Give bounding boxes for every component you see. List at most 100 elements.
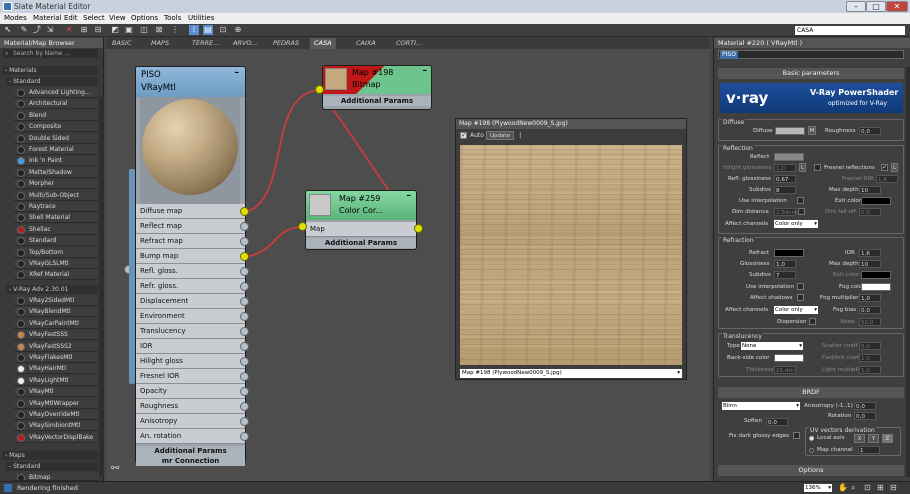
standard-item[interactable]: Advanced Lighting... xyxy=(14,88,98,98)
put-to-scene-icon[interactable]: ⤴ xyxy=(32,25,42,35)
slot-input-pin[interactable] xyxy=(240,387,249,396)
zoom-region-icon[interactable]: ⊡ xyxy=(864,483,871,492)
slot-roughness[interactable]: Roughness xyxy=(136,399,245,414)
node-piso-vraymtl[interactable]: PISO VRayMtl – Diffuse map Reflect map Ref… xyxy=(124,66,249,466)
slot-displacement[interactable]: Displacement xyxy=(136,294,245,309)
back-side-color-swatch[interactable] xyxy=(774,354,804,362)
fwd-bck-coeff-spinner[interactable]: 1,0 xyxy=(859,354,881,362)
vray-item[interactable]: VRayVectorDisplBake xyxy=(14,432,98,443)
auto-checkbox[interactable]: ✓ xyxy=(460,132,467,139)
basic-parameters-rollout[interactable]: Basic parameters xyxy=(718,68,904,79)
tab-pedras[interactable]: PEDRAS xyxy=(269,38,303,49)
refl-affect-channels-dropdown[interactable]: Color only ▾ xyxy=(774,220,818,228)
additional-params-bar[interactable]: Additional Params xyxy=(323,96,431,106)
standard-item[interactable]: Top/Bottom xyxy=(14,247,98,258)
refr-exit-color-swatch[interactable] xyxy=(861,271,891,279)
tab-basic[interactable]: BASIC xyxy=(108,38,136,49)
move-children-icon[interactable]: ⊞ xyxy=(79,25,89,35)
tab-maps[interactable]: MAPS xyxy=(147,38,173,49)
slot-input-pin[interactable] xyxy=(240,327,249,336)
vray-group-header[interactable]: - V-Ray Adv 2.30.01 xyxy=(6,285,98,294)
refr-subdivs-spinner[interactable]: 7 xyxy=(774,271,796,279)
reflect-color-swatch[interactable] xyxy=(774,153,804,161)
menu-tools[interactable]: Tools xyxy=(164,14,181,22)
additional-params-bar[interactable]: Additional Params xyxy=(306,238,416,248)
slot-translucency[interactable]: Translucency xyxy=(136,324,245,339)
vray-item[interactable]: VRayFlakesMtl xyxy=(14,353,98,363)
vray-item[interactable]: VRayLightMtl xyxy=(14,375,98,386)
update-button[interactable]: Update xyxy=(486,131,514,140)
refr-glossiness-spinner[interactable]: 1,0 xyxy=(774,260,796,268)
refl-max-depth-spinner[interactable]: 10 xyxy=(859,186,881,194)
pan-icon[interactable]: ✋ xyxy=(838,483,848,492)
dim-distance-spinner[interactable]: 2,54cm xyxy=(774,208,797,216)
slot-input-pin[interactable] xyxy=(240,222,249,231)
slot-anisotropy[interactable]: Anisotropy xyxy=(136,414,245,429)
fresnel-ior-spinner[interactable]: 1,6 xyxy=(876,175,898,183)
thickness-spinner[interactable]: 25,4m xyxy=(774,366,796,374)
anisotropy-spinner[interactable]: 0,0 xyxy=(854,402,876,410)
maps-standard-group-header[interactable]: - Standard xyxy=(6,462,98,471)
slot-input-pin[interactable] xyxy=(240,342,249,351)
local-axis-radio[interactable]: ● xyxy=(809,435,814,442)
delete-icon[interactable]: ✕ xyxy=(64,25,74,35)
select-by-material-icon[interactable]: ⊡ xyxy=(218,25,228,35)
vray-item[interactable]: VRayBlendMtl xyxy=(14,307,98,318)
abbe-spinner[interactable]: 50,0 xyxy=(859,318,881,326)
slot-input-pin[interactable] xyxy=(240,312,249,321)
slot-input-pin[interactable] xyxy=(240,207,249,216)
refr-affect-channels-dropdown[interactable]: Color only ▾ xyxy=(774,306,818,314)
show-background-icon[interactable]: ▣ xyxy=(124,25,134,35)
soften-spinner[interactable]: 0,0 xyxy=(766,418,788,426)
select-tool-icon[interactable]: ↖ xyxy=(3,25,13,35)
material-name-field[interactable]: PISO xyxy=(718,50,904,59)
slot-bump-map[interactable]: Bump map xyxy=(136,249,245,264)
material-browser-toggle-icon[interactable]: ⁞ xyxy=(189,25,199,35)
vray-item[interactable]: VRayMtlWrapper xyxy=(14,398,98,409)
affect-shadows-checkbox[interactable] xyxy=(797,294,804,301)
dim-falloff-spinner[interactable]: 0,0 xyxy=(859,208,881,216)
menu-material[interactable]: Material xyxy=(33,14,61,22)
standard-item[interactable]: Raytrace xyxy=(14,202,98,212)
brdf-type-dropdown[interactable]: Blinn ▾ xyxy=(722,402,800,410)
fix-dark-glossy-checkbox[interactable] xyxy=(793,432,800,439)
panel-scrollbar[interactable] xyxy=(906,67,910,477)
fog-bias-spinner[interactable]: 0,0 xyxy=(859,306,881,314)
show-end-result-icon[interactable]: ◫ xyxy=(139,25,149,35)
standard-item[interactable]: Architectural xyxy=(14,99,98,110)
roughness-spinner[interactable]: 0,0 xyxy=(859,127,881,135)
tab-arvo[interactable]: ARVO... xyxy=(229,38,261,49)
dispersion-checkbox[interactable] xyxy=(809,318,816,325)
tab-terre[interactable]: TERRE... xyxy=(188,38,223,49)
standard-item[interactable]: XRef Material xyxy=(14,270,98,281)
rotation-spinner[interactable]: 0,0 xyxy=(854,412,876,420)
axis-x-button[interactable]: X xyxy=(854,434,865,443)
standard-item[interactable]: Morpher xyxy=(14,179,98,190)
collapse-icon[interactable]: – xyxy=(423,66,428,76)
standard-group-header[interactable]: - Standard xyxy=(6,77,98,86)
close-button[interactable]: ✕ xyxy=(886,1,908,12)
collapse-icon[interactable]: – xyxy=(407,191,412,201)
standard-item[interactable]: Multi/Sub-Object xyxy=(14,190,98,201)
slot-environment[interactable]: Environment xyxy=(136,309,245,324)
map-channel-radio[interactable]: ○ xyxy=(809,447,814,454)
slot-refract-map[interactable]: Refract map xyxy=(136,234,245,249)
slot-input-pin[interactable] xyxy=(240,432,249,441)
fresnel-checkbox[interactable] xyxy=(814,164,821,171)
mr-connection-bar[interactable]: mr Connection xyxy=(136,456,245,466)
tab-corti[interactable]: CORTI... xyxy=(392,38,426,49)
slot-refr-gloss[interactable]: Refr. gloss. xyxy=(136,279,245,294)
dim-distance-checkbox[interactable] xyxy=(798,208,805,215)
tab-casa[interactable]: CASA xyxy=(310,38,336,49)
slot-input-pin[interactable] xyxy=(240,417,249,426)
slot-input-pin[interactable] xyxy=(240,282,249,291)
fresnel-lock-button[interactable]: L xyxy=(891,163,898,172)
brdf-rollout[interactable]: BRDF xyxy=(718,387,904,398)
materials-group-header[interactable]: - Materials xyxy=(2,66,98,75)
slot-opacity[interactable]: Opacity xyxy=(136,384,245,399)
hilight-lock-button[interactable]: L xyxy=(799,163,806,172)
additional-params-bar[interactable]: Additional Params xyxy=(136,446,245,456)
vray-item[interactable]: VRayMtl xyxy=(14,387,98,398)
minimize-button[interactable]: – xyxy=(846,1,866,12)
hide-unused-icon[interactable]: ⊟ xyxy=(93,25,103,35)
